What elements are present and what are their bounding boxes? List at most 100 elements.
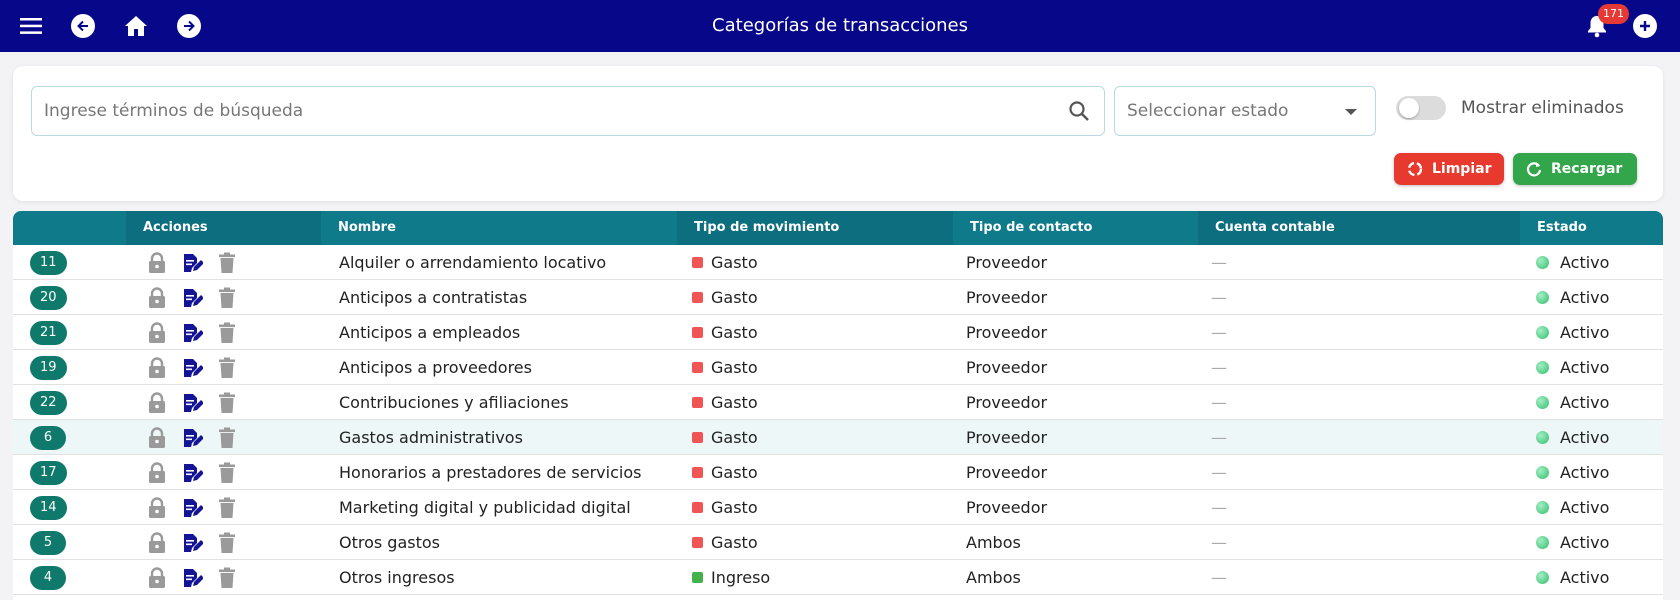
lock-icon[interactable]	[146, 321, 168, 344]
edit-icon[interactable]	[181, 287, 203, 309]
account-cell: —	[1211, 288, 1227, 307]
status-dot-icon	[1536, 396, 1549, 409]
scrollbar[interactable]	[1670, 52, 1680, 600]
id-badge: 22	[30, 390, 67, 415]
forward-icon[interactable]	[177, 0, 201, 52]
account-cell: —	[1211, 253, 1227, 272]
edit-icon[interactable]	[181, 532, 203, 554]
delete-icon[interactable]	[216, 252, 238, 274]
lock-icon[interactable]	[146, 461, 168, 484]
menu-icon[interactable]	[18, 0, 44, 52]
table-row[interactable]: 4 Otros ingresos Ingreso Ambos — Activo	[13, 560, 1663, 595]
state-label: Activo	[1560, 323, 1610, 342]
column-header-contact[interactable]: Tipo de contacto	[953, 211, 1198, 245]
table-row[interactable]: 22 Contribuciones y afiliaciones Gasto P…	[13, 385, 1663, 420]
filter-panel: Seleccionar estado Mostrar eliminados Li…	[13, 66, 1663, 201]
account-cell: —	[1211, 463, 1227, 482]
actions-cell	[146, 420, 251, 455]
table-row[interactable]: 11 Alquiler o arrendamiento locativo Gas…	[13, 245, 1663, 280]
lock-icon[interactable]	[146, 426, 168, 449]
delete-icon[interactable]	[216, 287, 238, 309]
state-label: Activo	[1560, 463, 1610, 482]
contact-cell: Proveedor	[966, 253, 1048, 272]
search-input[interactable]	[32, 87, 1032, 135]
delete-icon[interactable]	[216, 567, 238, 589]
state-label: Activo	[1560, 393, 1610, 412]
page-title: Categorías de transacciones	[712, 15, 968, 36]
edit-icon[interactable]	[181, 252, 203, 274]
actions-cell	[146, 490, 251, 525]
actions-cell	[146, 245, 251, 280]
column-header-name[interactable]: Nombre	[321, 211, 677, 245]
table-row[interactable]: 17 Honorarios a prestadores de servicios…	[13, 455, 1663, 490]
movement-cell: Gasto	[692, 490, 758, 525]
home-icon[interactable]	[124, 0, 148, 52]
column-header-account[interactable]: Cuenta contable	[1198, 211, 1520, 245]
contact-cell: Proveedor	[966, 358, 1048, 377]
movement-cell: Ingreso	[692, 560, 770, 595]
id-cell: 6	[30, 420, 66, 455]
lock-icon[interactable]	[146, 286, 168, 309]
lock-icon[interactable]	[146, 531, 168, 554]
edit-icon[interactable]	[181, 462, 203, 484]
table-row[interactable]: 19 Anticipos a proveedores Gasto Proveed…	[13, 350, 1663, 385]
edit-icon[interactable]	[181, 427, 203, 449]
id-badge: 5	[30, 530, 66, 555]
id-cell: 5	[30, 525, 66, 560]
movement-cell: Gasto	[692, 385, 758, 420]
clear-button[interactable]: Limpiar	[1394, 153, 1504, 185]
back-icon[interactable]	[71, 0, 95, 52]
name-cell: Marketing digital y publicidad digital	[339, 498, 631, 517]
lock-icon[interactable]	[146, 496, 168, 519]
delete-icon[interactable]	[216, 532, 238, 554]
lock-icon[interactable]	[146, 356, 168, 379]
reload-button[interactable]: Recargar	[1513, 153, 1637, 185]
column-header-state[interactable]: Estado	[1520, 211, 1663, 245]
name-cell: Otros gastos	[339, 533, 440, 552]
lock-icon[interactable]	[146, 566, 168, 589]
table-row[interactable]: 6 Gastos administrativos Gasto Proveedor…	[13, 420, 1663, 455]
table-row[interactable]: 21 Anticipos a empleados Gasto Proveedor…	[13, 315, 1663, 350]
table-row[interactable]: 14 Marketing digital y publicidad digita…	[13, 490, 1663, 525]
edit-icon[interactable]	[181, 497, 203, 519]
search-icon[interactable]	[1068, 100, 1090, 126]
edit-icon[interactable]	[181, 322, 203, 344]
edit-icon[interactable]	[181, 357, 203, 379]
state-cell: Activo	[1536, 245, 1609, 280]
delete-icon[interactable]	[216, 392, 238, 414]
lock-icon[interactable]	[146, 251, 168, 274]
state-cell: Activo	[1536, 560, 1609, 595]
delete-icon[interactable]	[216, 427, 238, 449]
name-cell: Contribuciones y afiliaciones	[339, 393, 569, 412]
account-cell: —	[1211, 568, 1227, 587]
column-header-movement[interactable]: Tipo de movimiento	[677, 211, 953, 245]
movement-cell: Gasto	[692, 315, 758, 350]
id-badge: 14	[30, 495, 67, 520]
contact-cell: Proveedor	[966, 288, 1048, 307]
state-label: Activo	[1560, 358, 1610, 377]
delete-icon[interactable]	[216, 497, 238, 519]
edit-icon[interactable]	[181, 567, 203, 589]
id-cell: 19	[30, 350, 67, 385]
delete-icon[interactable]	[216, 322, 238, 344]
show-deleted-label: Mostrar eliminados	[1461, 98, 1624, 118]
movement-color-square	[692, 362, 703, 373]
delete-icon[interactable]	[216, 462, 238, 484]
show-deleted-toggle[interactable]	[1396, 96, 1446, 120]
table-row[interactable]: 5 Otros gastos Gasto Ambos — Activo	[13, 525, 1663, 560]
name-cell: Alquiler o arrendamiento locativo	[339, 253, 607, 272]
add-icon[interactable]	[1633, 0, 1657, 52]
account-cell: —	[1211, 358, 1227, 377]
movement-cell: Gasto	[692, 245, 758, 280]
actions-cell	[146, 315, 251, 350]
table-row[interactable]: 20 Anticipos a contratistas Gasto Provee…	[13, 280, 1663, 315]
id-badge: 11	[30, 250, 67, 275]
id-cell: 21	[30, 315, 67, 350]
id-badge: 4	[30, 565, 66, 590]
delete-icon[interactable]	[216, 357, 238, 379]
state-select[interactable]: Seleccionar estado	[1114, 86, 1376, 136]
contact-cell: Proveedor	[966, 463, 1048, 482]
id-cell: 22	[30, 385, 67, 420]
edit-icon[interactable]	[181, 392, 203, 414]
lock-icon[interactable]	[146, 391, 168, 414]
